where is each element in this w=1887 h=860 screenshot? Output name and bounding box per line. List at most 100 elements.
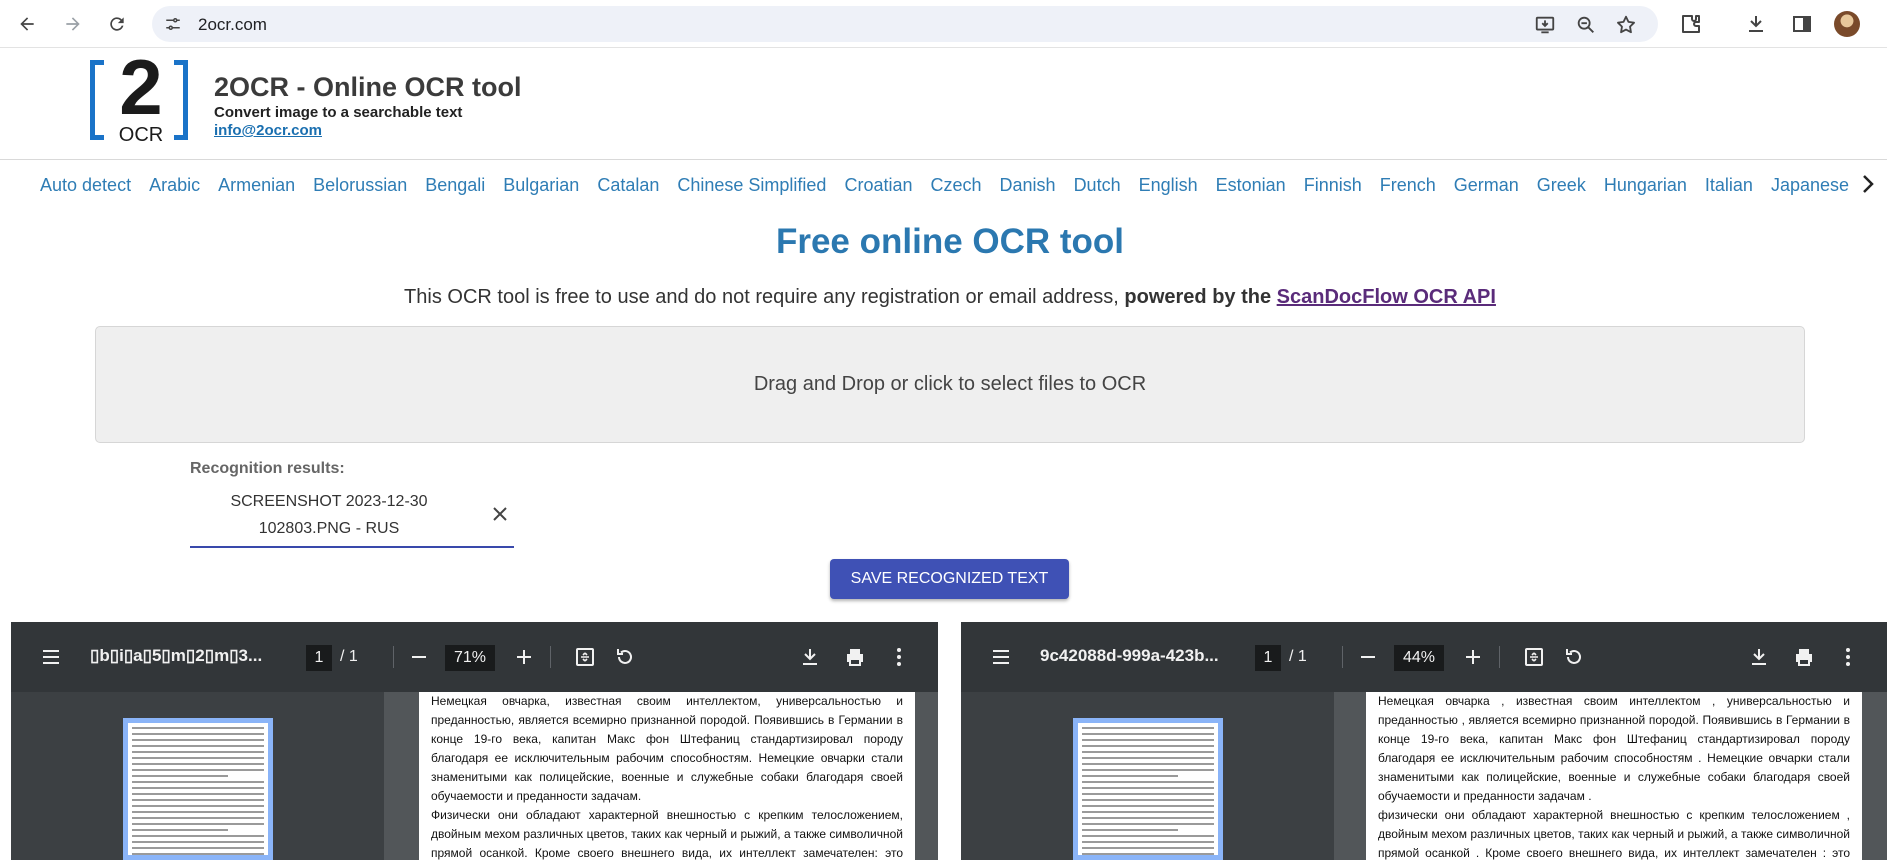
logo-text: OCR xyxy=(118,124,164,146)
zoom-out-icon[interactable] xyxy=(1356,645,1380,669)
language-link[interactable]: Bengali xyxy=(425,175,485,196)
thumbnail-text-line xyxy=(1082,805,1214,807)
thumbnail-text-line xyxy=(1082,745,1214,747)
language-link[interactable]: Dutch xyxy=(1074,175,1121,196)
language-link[interactable]: Italian xyxy=(1705,175,1753,196)
page-thumbnail[interactable] xyxy=(1073,718,1223,860)
thumbnail-text-line xyxy=(132,811,264,813)
print-icon[interactable] xyxy=(843,645,867,669)
api-link[interactable]: ScanDocFlow OCR API xyxy=(1277,286,1496,308)
language-link[interactable]: Armenian xyxy=(218,175,295,196)
zoom-in-icon[interactable] xyxy=(1461,645,1485,669)
result-file-name-line1: SCREENSHOT 2023-12-30 xyxy=(230,493,428,510)
thumbnail-text-line xyxy=(132,733,264,735)
rotate-icon[interactable] xyxy=(613,645,637,669)
language-link[interactable]: French xyxy=(1380,175,1436,196)
thumbnail-text-line xyxy=(1082,757,1214,759)
rotate-icon[interactable] xyxy=(1562,645,1586,669)
language-link[interactable]: Croatian xyxy=(844,175,912,196)
more-options-icon[interactable] xyxy=(1836,645,1860,669)
language-link[interactable]: Greek xyxy=(1537,175,1586,196)
thumbnail-text-line xyxy=(132,739,264,741)
site-logo[interactable]: 2 OCR xyxy=(88,48,194,146)
result-file-tab[interactable]: SCREENSHOT 2023-12-30 102803.PNG - RUS xyxy=(190,484,514,548)
site-settings-icon[interactable] xyxy=(164,15,182,33)
thumbnail-text-line xyxy=(1082,841,1214,843)
download-icon[interactable] xyxy=(1747,645,1771,669)
dropzone-text: Drag and Drop or click to select files t… xyxy=(753,373,1147,395)
logo-number: 2 xyxy=(119,43,163,131)
install-app-icon[interactable] xyxy=(1534,14,1556,36)
result-file-name: SCREENSHOT 2023-12-30 102803.PNG - RUS xyxy=(214,488,444,542)
thumbnail-text-line xyxy=(1082,727,1214,729)
language-link[interactable]: Hungarian xyxy=(1604,175,1687,196)
language-link[interactable]: Belorussian xyxy=(313,175,407,196)
language-link[interactable]: Catalan xyxy=(597,175,659,196)
language-link[interactable]: Auto detect xyxy=(40,175,131,196)
menu-icon[interactable] xyxy=(989,645,1013,669)
chevron-right-icon[interactable] xyxy=(1856,172,1880,196)
language-link[interactable]: Estonian xyxy=(1216,175,1286,196)
language-link[interactable]: Bulgarian xyxy=(503,175,579,196)
more-options-icon[interactable] xyxy=(887,645,911,669)
zoom-level-input[interactable]: 44% xyxy=(1394,645,1444,671)
thumbnail-text-line xyxy=(132,799,264,801)
thumbnail-text-line xyxy=(1082,799,1214,801)
downloads-icon[interactable] xyxy=(1744,12,1768,36)
page-thumbnail[interactable] xyxy=(123,718,273,860)
download-icon[interactable] xyxy=(798,645,822,669)
results-label: Recognition results: xyxy=(190,460,345,477)
thumbnail-text-line xyxy=(1082,793,1214,795)
thumbnail-text-line xyxy=(132,727,264,729)
back-icon[interactable] xyxy=(13,10,41,38)
address-bar[interactable]: 2ocr.com xyxy=(152,6,1658,42)
zoom-out-icon[interactable] xyxy=(407,645,431,669)
logo-bracket-right xyxy=(174,60,188,140)
thumbnail-text-line xyxy=(1082,775,1178,777)
page-number-input[interactable]: 1 xyxy=(306,645,332,671)
side-panel-icon[interactable] xyxy=(1790,12,1814,36)
save-recognized-text-button[interactable]: SAVE RECOGNIZED TEXT xyxy=(830,559,1069,599)
zoom-in-icon[interactable] xyxy=(512,645,536,669)
language-link[interactable]: Finnish xyxy=(1304,175,1362,196)
language-link[interactable]: English xyxy=(1139,175,1198,196)
forward-icon[interactable] xyxy=(59,10,87,38)
file-dropzone[interactable]: Drag and Drop or click to select files t… xyxy=(95,326,1805,443)
description-bold: powered by the xyxy=(1124,286,1277,308)
toolbar-divider xyxy=(393,646,394,668)
reload-icon[interactable] xyxy=(103,10,131,38)
description-text: This OCR tool is free to use and do not … xyxy=(404,286,1125,308)
thumbnail-text-line xyxy=(1082,769,1214,771)
contact-email-link[interactable]: info@2ocr.com xyxy=(214,122,322,139)
toolbar-divider xyxy=(550,646,551,668)
thumbnail-text-line xyxy=(132,823,264,825)
thumbnail-text-line xyxy=(132,835,264,837)
fit-page-icon[interactable] xyxy=(573,645,597,669)
print-icon[interactable] xyxy=(1792,645,1816,669)
pdf-paragraph: Физически они обладают характерной внешн… xyxy=(431,808,903,860)
thumbnail-text-line xyxy=(1082,811,1214,813)
pdf-paragraph: Немецкая овчарка , известная своим интел… xyxy=(1378,694,1850,803)
language-link[interactable]: German xyxy=(1454,175,1519,196)
zoom-icon[interactable] xyxy=(1575,14,1597,36)
language-link[interactable]: Czech xyxy=(931,175,982,196)
site-header: 2 OCR 2OCR - Online OCR tool Convert ima… xyxy=(0,48,1887,160)
zoom-level-input[interactable]: 71% xyxy=(445,645,495,671)
language-link[interactable]: Chinese Simplified xyxy=(677,175,826,196)
thumbnail-text-line xyxy=(132,763,264,765)
bookmark-star-icon[interactable] xyxy=(1615,14,1637,36)
close-icon[interactable] xyxy=(488,502,512,526)
toolbar-divider xyxy=(1499,646,1500,668)
fit-page-icon[interactable] xyxy=(1522,645,1546,669)
pdf-title: 9c42088d-999a-423b... xyxy=(1040,646,1219,665)
extensions-icon[interactable] xyxy=(1679,12,1703,36)
language-link[interactable]: Japanese xyxy=(1771,175,1849,196)
menu-icon[interactable] xyxy=(39,645,63,669)
page-number-input[interactable]: 1 xyxy=(1255,645,1281,671)
thumbnail-text-line xyxy=(1082,751,1214,753)
profile-avatar[interactable] xyxy=(1834,11,1860,37)
language-link[interactable]: Danish xyxy=(1000,175,1056,196)
language-link[interactable]: Arabic xyxy=(149,175,200,196)
thumbnail-text-line xyxy=(132,745,264,747)
page-title: Free online OCR tool xyxy=(775,222,1125,261)
